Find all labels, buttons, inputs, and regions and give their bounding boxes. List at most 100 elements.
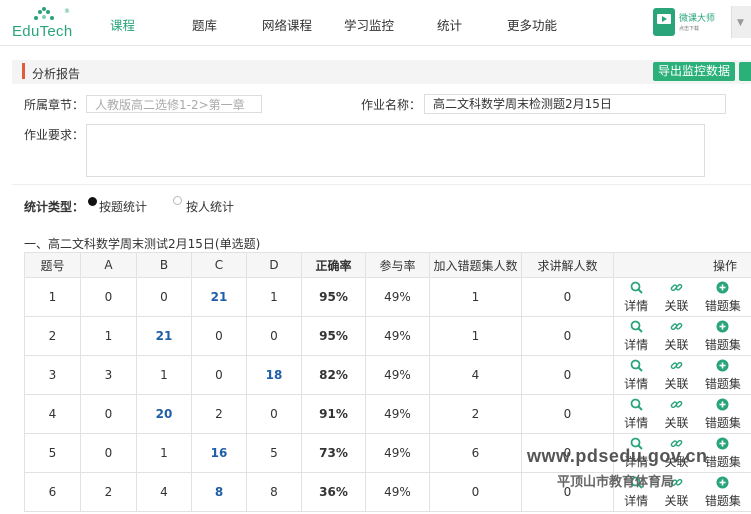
error-set-button[interactable]: 错题集 (705, 320, 741, 353)
error-set-label: 错题集 (704, 298, 741, 313)
cell-option-c: 0 (191, 316, 247, 356)
detail-label: 详情 (624, 298, 649, 313)
header-actions: 操作 (613, 252, 751, 278)
radio-by-person-label[interactable]: 按人统计 (186, 198, 234, 215)
cell-error-set-count: 1 (429, 316, 522, 356)
section-accent-bar (22, 63, 25, 79)
plus-circle-icon (716, 476, 730, 490)
watermark-org: 平顶山市教育体育局 (557, 475, 675, 490)
header-a: A (80, 252, 137, 278)
error-set-label: 错题集 (704, 376, 741, 391)
cell-correct-rate: 91% (301, 394, 366, 434)
cell-correct-rate: 82% (301, 355, 366, 395)
top-nav-bar: EduTech ® 课程 题库 网络课程 学习监控 统计 更多功能 微课大师 点… (0, 0, 751, 46)
cell-option-b: 0 (136, 277, 192, 317)
nav-item-question-bank[interactable]: 题库 (192, 15, 217, 34)
watermark-url: www.pdsedu.gov.cn (527, 446, 708, 466)
cell-participation: 49% (365, 394, 430, 434)
error-set-label: 错题集 (704, 415, 741, 430)
header-explain-request: 求讲解人数 (521, 252, 614, 278)
detail-button[interactable]: 详情 (624, 359, 648, 392)
error-set-button[interactable]: 错题集 (705, 398, 741, 431)
detail-button[interactable]: 详情 (624, 320, 648, 353)
cell-actions: 详情 关联 错题集 (613, 316, 751, 356)
cell-option-d: 8 (246, 472, 302, 512)
plus-circle-icon (716, 398, 730, 412)
link-icon (669, 320, 683, 334)
chapter-field[interactable]: 人教版高二选修1-2>第一章 (86, 95, 262, 113)
search-icon (629, 281, 643, 295)
cell-option-b: 1 (136, 433, 192, 473)
cell-option-d: 1 (246, 277, 302, 317)
table-title: 一、高二文科数学周末测试2月15日(单选题) (24, 237, 261, 251)
link-button[interactable]: 关联 (664, 398, 689, 431)
section-title: 分析报告 (32, 67, 81, 81)
error-set-button[interactable]: 错题集 (705, 281, 741, 314)
user-menu-button[interactable]: ▼ (731, 6, 751, 38)
error-set-button[interactable]: 错题集 (705, 359, 741, 392)
chevron-down-icon: ▼ (737, 18, 744, 28)
cell-error-set-count: 6 (429, 433, 522, 473)
link-icon (669, 359, 683, 373)
export-monitor-data-button[interactable]: 导出监控数据 (653, 62, 735, 81)
link-label: 关联 (664, 493, 689, 508)
search-icon (629, 320, 643, 334)
nav-item-more[interactable]: 更多功能 (507, 15, 557, 34)
cell-option-b: 20 (136, 394, 192, 434)
requirement-textarea[interactable] (86, 124, 705, 177)
cell-option-c: 16 (191, 433, 247, 473)
cell-no: 3 (24, 355, 81, 395)
chapter-label: 所属章节： (24, 98, 85, 112)
cell-option-a: 1 (80, 316, 137, 356)
search-icon (629, 398, 643, 412)
cell-correct-rate: 73% (301, 433, 366, 473)
cell-actions: 详情关联 错题集 (613, 394, 751, 434)
cell-no: 4 (24, 394, 81, 434)
app-download-badge[interactable]: 微课大师 点击下载 (653, 8, 715, 38)
edutech-logo[interactable]: EduTech ® (12, 6, 72, 42)
link-button[interactable]: 关联 (664, 281, 689, 314)
next-button-edge[interactable] (739, 62, 751, 81)
plus-circle-icon (716, 359, 730, 373)
detail-button[interactable]: 详情 (624, 398, 648, 431)
error-set-label: 错题集 (704, 454, 741, 469)
cell-no: 5 (24, 433, 81, 473)
link-button[interactable]: 关联 (664, 359, 689, 392)
table-header-row: 题号 A B C D 正确率 参与率 加入错题集人数 求讲解人数 操作 (24, 252, 751, 278)
detail-label: 详情 (624, 337, 649, 352)
nav-item-online-courses[interactable]: 网络课程 (262, 15, 312, 34)
error-set-label: 错题集 (704, 337, 741, 352)
cell-participation: 49% (365, 355, 430, 395)
app-icon (653, 8, 675, 36)
plus-circle-icon (716, 320, 730, 334)
cell-correct-rate: 95% (301, 277, 366, 317)
nav-item-learning-monitor[interactable]: 学习监控 (344, 15, 394, 34)
cell-no: 2 (24, 316, 81, 356)
cell-option-a: 0 (80, 277, 137, 317)
cell-no: 6 (24, 472, 81, 512)
plus-circle-icon (716, 281, 730, 295)
link-button[interactable]: 关联 (664, 320, 689, 353)
cell-error-set-count: 0 (429, 472, 522, 512)
detail-label: 详情 (624, 493, 649, 508)
search-icon (629, 359, 643, 373)
cell-option-a: 2 (80, 472, 137, 512)
radio-by-question-label[interactable]: 按题统计 (99, 198, 147, 215)
error-set-button[interactable]: 错题集 (705, 437, 741, 470)
requirement-label: 作业要求： (24, 128, 85, 142)
radio-by-question[interactable] (88, 197, 97, 206)
nav-item-statistics[interactable]: 统计 (437, 15, 462, 34)
cell-option-a: 3 (80, 355, 137, 395)
nav-item-courses[interactable]: 课程 (110, 15, 135, 34)
cell-correct-rate: 95% (301, 316, 366, 356)
homework-name-field[interactable]: 高二文科数学周末检测题2月15日 (424, 94, 726, 114)
cell-option-d: 0 (246, 316, 302, 356)
detail-button[interactable]: 详情 (624, 281, 648, 314)
error-set-button[interactable]: 错题集 (705, 476, 741, 509)
error-set-label: 错题集 (704, 493, 741, 508)
logo-brand-text: EduTech (12, 23, 73, 40)
cell-option-c: 8 (191, 472, 247, 512)
cell-option-b: 1 (136, 355, 192, 395)
radio-by-person[interactable] (173, 196, 182, 205)
link-label: 关联 (664, 415, 689, 430)
